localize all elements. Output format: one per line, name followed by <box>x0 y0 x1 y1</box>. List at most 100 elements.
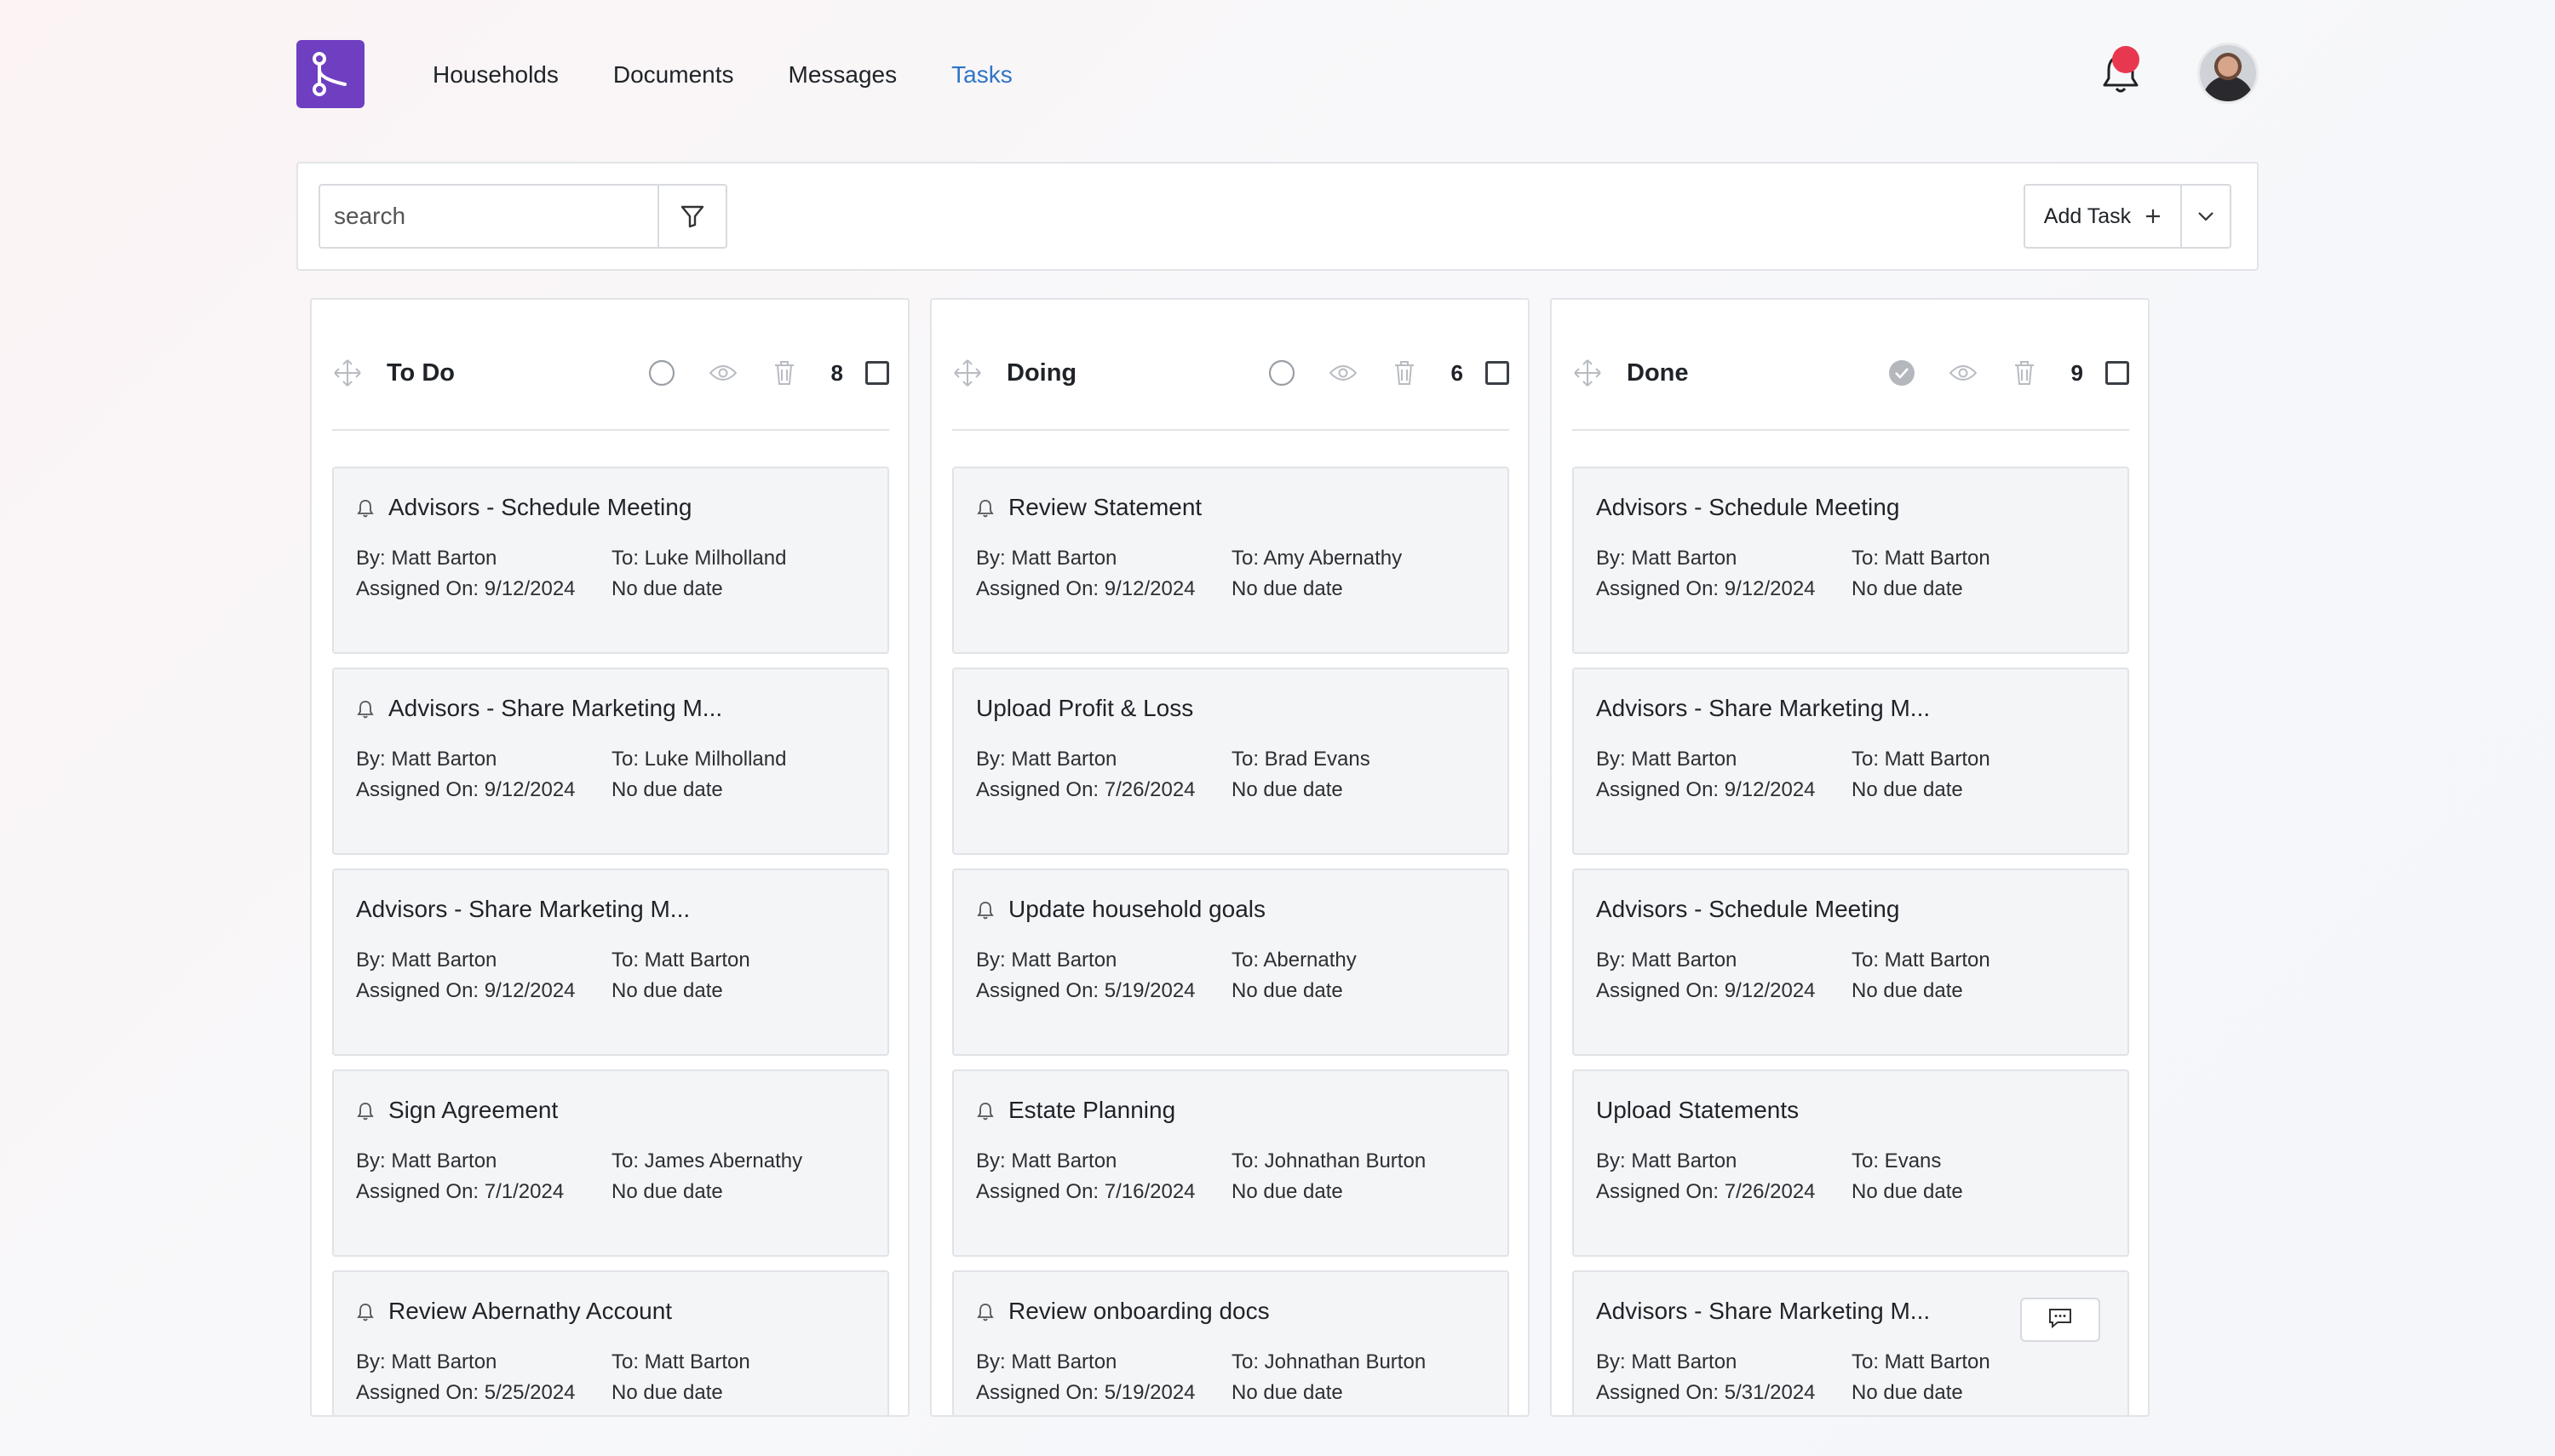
bell-icon <box>356 1100 375 1121</box>
task-assigned: Assigned On: 9/12/2024 <box>1596 778 1816 801</box>
task-due: No due date <box>1852 778 1963 801</box>
select-all-checkbox[interactable] <box>865 361 889 385</box>
task-card[interactable]: Review onboarding docs By: Matt Barton To:… <box>952 1270 1509 1415</box>
task-due: No due date <box>1232 1180 1343 1203</box>
task-title: Review onboarding docs <box>1008 1298 1270 1324</box>
add-task-button[interactable]: Add Task <box>2024 184 2182 249</box>
task-to: To: Matt Barton <box>1852 547 1990 570</box>
circle-icon[interactable] <box>642 353 681 393</box>
eye-icon[interactable] <box>703 353 743 393</box>
user-avatar[interactable] <box>2197 43 2259 104</box>
nav-documents[interactable]: Documents <box>613 58 734 92</box>
bell-icon <box>356 698 375 719</box>
task-to: To: Johnathan Burton <box>1232 1149 1427 1172</box>
bell-icon <box>356 497 375 518</box>
task-card[interactable]: Advisors - Share Marketing M... By: Matt … <box>332 868 889 1056</box>
check-circle-icon[interactable] <box>1882 353 1921 393</box>
filter-icon <box>680 205 704 228</box>
task-by: By: Matt Barton <box>976 1350 1117 1373</box>
add-task-dropdown-button[interactable] <box>2180 184 2231 249</box>
column-count: 6 <box>1450 359 1463 386</box>
task-title: Advisors - Share Marketing M... <box>356 896 691 922</box>
move-icon[interactable] <box>952 358 983 388</box>
task-due: No due date <box>611 577 723 600</box>
search-input[interactable] <box>319 184 659 249</box>
task-due: No due date <box>1232 979 1343 1002</box>
task-card[interactable]: Advisors - Schedule Meeting By: Matt Bart… <box>332 467 889 654</box>
task-due: No due date <box>1852 577 1963 600</box>
filter-button[interactable] <box>657 184 727 249</box>
task-assigned: Assigned On: 5/19/2024 <box>976 979 1196 1002</box>
trash-icon[interactable] <box>1385 353 1424 393</box>
trash-icon[interactable] <box>2005 353 2044 393</box>
trash-icon[interactable] <box>765 353 804 393</box>
nav-households[interactable]: Households <box>433 58 559 92</box>
task-title: Estate Planning <box>1008 1097 1176 1123</box>
task-card[interactable]: Upload Statements By: Matt Barton To: Evan… <box>1572 1069 2129 1257</box>
task-to: To: Evans <box>1852 1149 1942 1172</box>
column-header: Done 9 <box>1572 351 2129 395</box>
task-by: By: Matt Barton <box>1596 748 1737 771</box>
task-assigned: Assigned On: 7/26/2024 <box>1596 1180 1816 1203</box>
chevron-down-icon <box>2198 212 2213 221</box>
task-due: No due date <box>1232 577 1343 600</box>
task-due: No due date <box>611 778 723 801</box>
task-title: Review Statement <box>1008 494 1203 520</box>
column-header: To Do 8 <box>332 351 889 395</box>
task-by: By: Matt Barton <box>356 1350 497 1373</box>
main-nav: Households Documents Messages Tasks <box>433 58 1013 92</box>
eye-icon[interactable] <box>1323 353 1363 393</box>
task-by: By: Matt Barton <box>356 748 497 771</box>
task-card[interactable]: Review Abernathy Account By: Matt Barton T… <box>332 1270 889 1415</box>
task-title: Upload Profit & Loss <box>976 695 1194 721</box>
task-card[interactable]: Update household goals By: Matt Barton To:… <box>952 868 1509 1056</box>
plus-icon <box>2146 209 2161 223</box>
task-card[interactable]: Upload Profit & Loss By: Matt Barton To: B… <box>952 668 1509 855</box>
task-to: To: Matt Barton <box>1852 949 1990 972</box>
task-card[interactable]: Advisors - Share Marketing M... By: Matt … <box>1572 668 2129 855</box>
column-count: 9 <box>2070 359 2083 386</box>
task-by: By: Matt Barton <box>1596 949 1737 972</box>
app-logo[interactable] <box>296 40 365 108</box>
divider <box>952 429 1509 431</box>
bell-icon <box>976 497 995 518</box>
task-assigned: Assigned On: 5/25/2024 <box>356 1381 576 1404</box>
column-title: Done <box>1627 358 1689 387</box>
comment-button[interactable] <box>2020 1298 2100 1342</box>
task-assigned: Assigned On: 5/19/2024 <box>976 1381 1196 1404</box>
task-title: Advisors - Schedule Meeting <box>1596 896 1900 922</box>
task-title: Advisors - Schedule Meeting <box>1596 494 1900 520</box>
bell-icon <box>976 1100 995 1121</box>
select-all-checkbox[interactable] <box>2105 361 2129 385</box>
task-by: By: Matt Barton <box>976 949 1117 972</box>
card-list: Review Statement By: Matt Barton To: Amy A… <box>952 467 1509 1415</box>
task-to: To: Matt Barton <box>1852 748 1990 771</box>
task-card[interactable]: Advisors - Schedule Meeting By: Matt Bart… <box>1572 868 2129 1056</box>
comment-icon <box>2047 1307 2073 1333</box>
task-by: By: Matt Barton <box>1596 1149 1737 1172</box>
task-assigned: Assigned On: 9/12/2024 <box>356 979 576 1002</box>
move-icon[interactable] <box>332 358 363 388</box>
column-title: To Do <box>387 358 455 387</box>
bell-icon <box>356 1301 375 1321</box>
task-card[interactable]: Estate Planning By: Matt Barton To: Johnat… <box>952 1069 1509 1257</box>
task-by: By: Matt Barton <box>976 748 1117 771</box>
select-all-checkbox[interactable] <box>1485 361 1509 385</box>
task-to: To: Johnathan Burton <box>1232 1350 1427 1373</box>
column-done: Done 9 Advisors - Schedule Meeting By: Matt… <box>1550 298 2150 1417</box>
task-to: To: Matt Barton <box>611 949 750 972</box>
task-by: By: Matt Barton <box>976 547 1117 570</box>
task-card[interactable]: Advisors - Share Marketing M... By: Matt … <box>1572 1270 2129 1415</box>
task-due: No due date <box>1232 1381 1343 1404</box>
branch-logo-icon <box>313 52 347 96</box>
circle-icon[interactable] <box>1262 353 1301 393</box>
nav-messages[interactable]: Messages <box>789 58 898 92</box>
task-card[interactable]: Advisors - Schedule Meeting By: Matt Bart… <box>1572 467 2129 654</box>
task-card[interactable]: Review Statement By: Matt Barton To: Amy A… <box>952 467 1509 654</box>
task-card[interactable]: Sign Agreement By: Matt Barton To: James A… <box>332 1069 889 1257</box>
task-card[interactable]: Advisors - Share Marketing M... By: Matt … <box>332 668 889 855</box>
move-icon[interactable] <box>1572 358 1603 388</box>
column-doing: Doing 6 Review Statement By: Matt Barton To:… <box>930 298 1530 1417</box>
eye-icon[interactable] <box>1944 353 1983 393</box>
nav-tasks[interactable]: Tasks <box>951 58 1013 92</box>
